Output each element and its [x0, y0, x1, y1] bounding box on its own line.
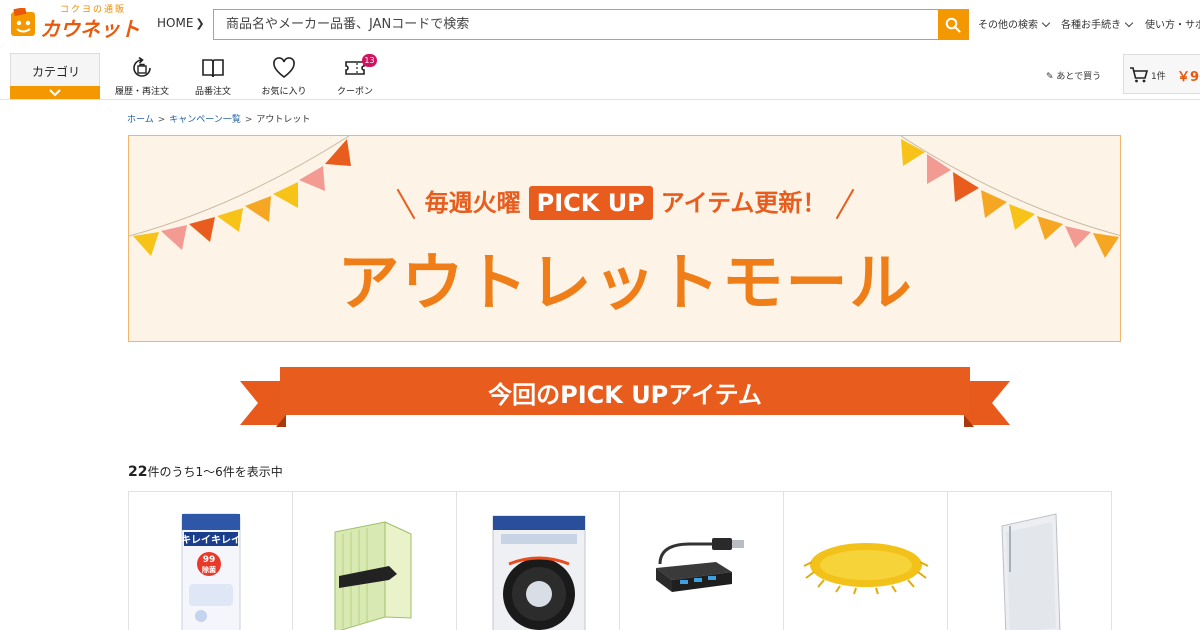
- product-card[interactable]: [948, 492, 1112, 630]
- chevron-right-icon: ❯: [195, 17, 205, 30]
- breadcrumb-home[interactable]: ホーム: [127, 115, 154, 125]
- package-badge-sub: 除菌: [202, 565, 216, 574]
- quick-link-item-order[interactable]: 品番注文: [178, 56, 248, 97]
- cart-count: 1件: [1151, 72, 1166, 82]
- menu-other-search[interactable]: その他の検索: [978, 16, 1051, 31]
- menu-procedures[interactable]: 各種お手続き: [1061, 16, 1134, 31]
- result-count-text: 件のうち1～6件を表示中: [147, 465, 283, 479]
- menu-support[interactable]: 使い方・サポ: [1145, 16, 1200, 31]
- search-button[interactable]: [938, 10, 968, 39]
- ribbon-title: 今回のPICK UPアイテム: [488, 381, 762, 409]
- cart-icon: [1130, 67, 1149, 83]
- mop-head-image: [803, 543, 929, 595]
- home-link[interactable]: HOME ❯: [157, 16, 205, 30]
- breadcrumb-campaigns[interactable]: キャンペーン一覧: [169, 115, 241, 125]
- quick-link-label: 履歴・再注文: [114, 87, 169, 97]
- home-link-label: HOME: [157, 16, 194, 30]
- product-card[interactable]: [620, 492, 785, 630]
- quick-link-label: クーポン: [336, 87, 373, 97]
- coupon-count-badge: 13: [362, 54, 377, 67]
- quick-link-label: 品番注文: [194, 87, 231, 97]
- breadcrumb: ホーム > キャンペーン一覧 > アウトレット: [127, 112, 310, 125]
- menu-other-search-label: その他の検索: [978, 20, 1038, 31]
- logo-mark-icon: [11, 8, 35, 36]
- result-count-number: 22: [128, 464, 148, 480]
- logo-wordmark: カウネット: [40, 17, 140, 41]
- quick-link-favorites[interactable]: お気に入り: [249, 56, 319, 97]
- velcro-tape-image: [492, 515, 586, 630]
- book-icon: [202, 59, 224, 78]
- menu-support-label: 使い方・サポ: [1145, 20, 1200, 31]
- quick-link-history[interactable]: 履歴・再注文: [107, 56, 177, 97]
- search-icon: [945, 17, 961, 33]
- banner-update-label: アイテム更新！: [660, 189, 827, 217]
- menu-procedures-label: 各種お手続き: [1061, 20, 1121, 31]
- pickup-ribbon: 今回のPICK UPアイテム: [240, 367, 1010, 429]
- pick-up-label: PICK UP: [528, 186, 653, 220]
- banner-day-label: 毎週火曜: [424, 189, 521, 217]
- clear-holder-image: [1001, 513, 1061, 630]
- product-card[interactable]: [784, 492, 949, 630]
- site-logo[interactable]: コクヨの通販 カウネット: [10, 2, 150, 42]
- breadcrumb-separator: >: [244, 115, 253, 125]
- search-bar: [213, 9, 969, 40]
- cart-amount: ￥96: [1177, 70, 1200, 85]
- save-for-later-link[interactable]: ✎ あとで買う: [1046, 69, 1101, 82]
- quick-link-coupons[interactable]: 13 クーポン: [320, 54, 390, 97]
- history-reorder-icon: [133, 56, 151, 77]
- heart-icon: [273, 57, 295, 79]
- category-button[interactable]: カテゴリ: [10, 53, 100, 99]
- pencil-icon: ✎: [1046, 72, 1054, 82]
- package-badge-text: 99: [203, 555, 216, 565]
- outlet-banner[interactable]: 毎週火曜 PICK UP アイテム更新！ アウトレットモール: [128, 135, 1121, 342]
- product-card[interactable]: [293, 492, 457, 630]
- cart-button[interactable]: 1件 ￥96: [1123, 54, 1200, 94]
- file-box-image: [334, 521, 412, 630]
- banner-subtitle: 毎週火曜 PICK UP アイテム更新！: [129, 183, 1120, 221]
- chevron-down-icon: [49, 88, 61, 96]
- search-input[interactable]: [214, 10, 938, 39]
- site-header: コクヨの通販 カウネット HOME❯ その他の検索 各種お手続き 使い方・サポ …: [0, 0, 1200, 100]
- product-card[interactable]: キレイキレイ 99 除菌: [129, 492, 293, 630]
- category-label: カテゴリ: [31, 65, 80, 79]
- save-for-later-label: あとで買う: [1056, 72, 1102, 82]
- banner-title: アウトレットモール: [337, 246, 914, 319]
- usb-hub-image: [656, 538, 745, 592]
- breadcrumb-current: アウトレット: [256, 115, 311, 125]
- decorative-slash: [836, 188, 855, 220]
- wet-wipes-image: キレイキレイ 99 除菌: [181, 513, 241, 630]
- package-brand-text: キレイキレイ: [181, 534, 241, 546]
- breadcrumb-separator: >: [157, 115, 166, 125]
- chevron-down-icon: [1041, 18, 1051, 28]
- result-count: 22件のうち1～6件を表示中: [128, 463, 283, 480]
- decorative-slash: [396, 188, 415, 220]
- product-grid: キレイキレイ 99 除菌: [128, 491, 1112, 630]
- quick-link-label: お気に入り: [261, 87, 307, 97]
- chevron-down-icon: [1124, 18, 1134, 28]
- category-toggle-bar: [10, 86, 100, 99]
- product-card[interactable]: [457, 492, 621, 630]
